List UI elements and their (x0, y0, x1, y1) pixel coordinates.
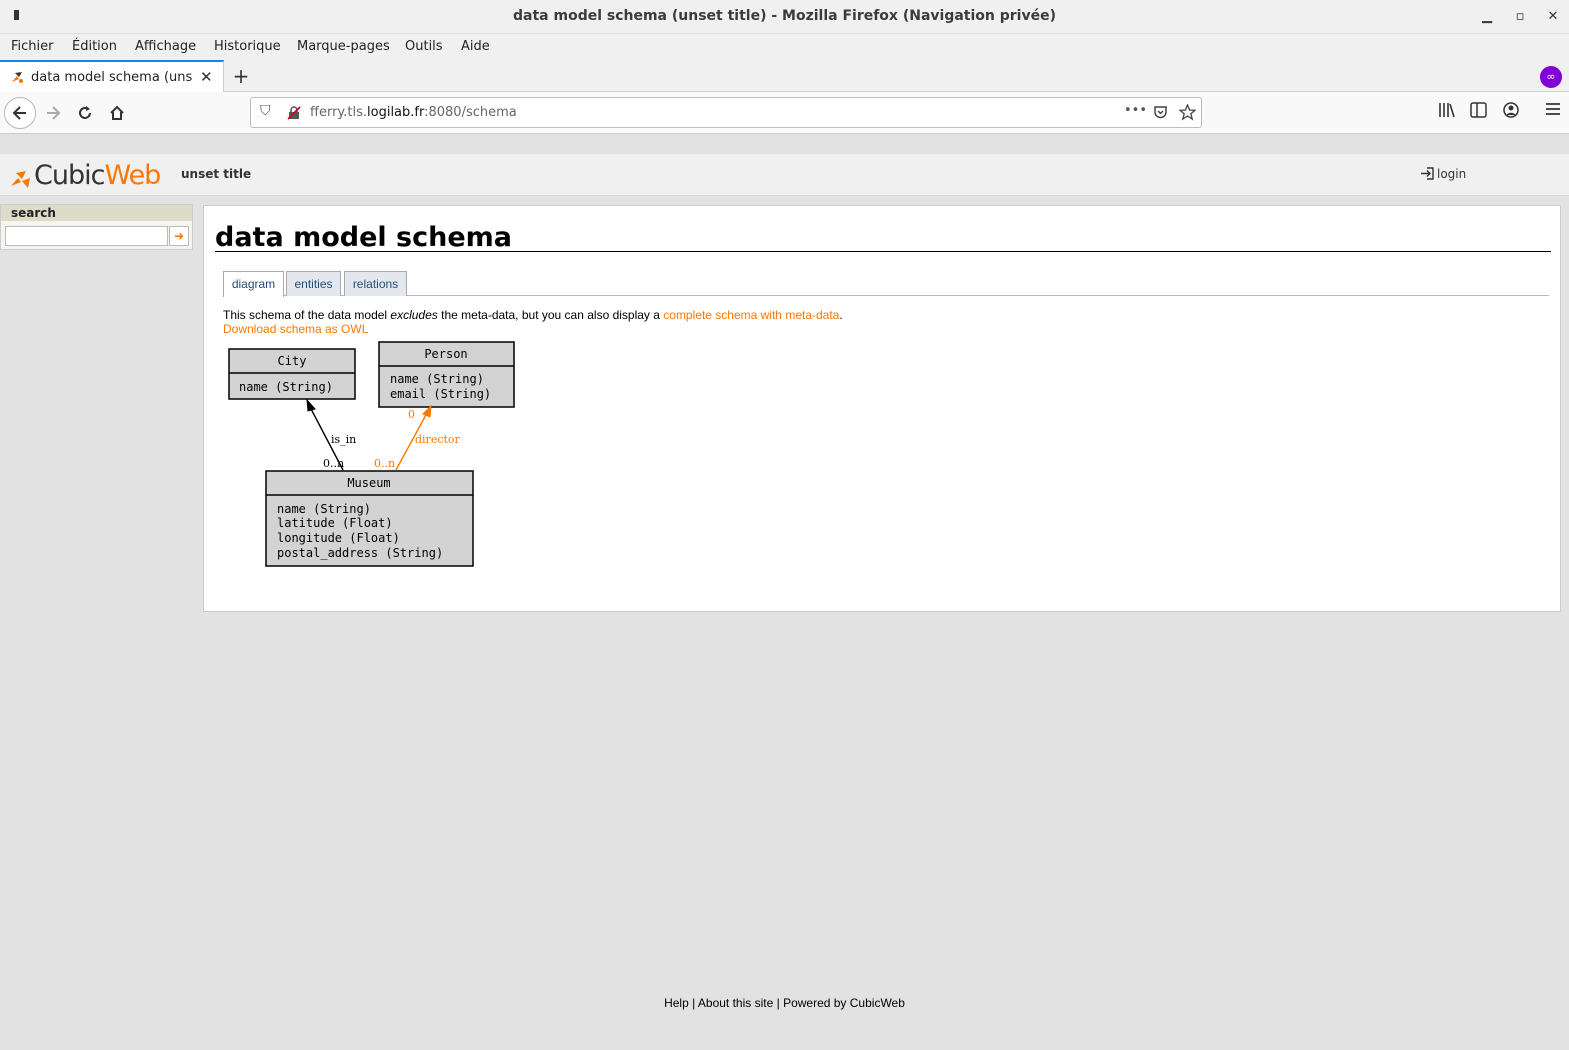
new-tab-button[interactable]: + (231, 64, 251, 88)
home-button[interactable] (102, 98, 132, 128)
footer-separator: | (773, 996, 784, 1010)
back-arrow-icon (12, 106, 26, 120)
close-tab-icon[interactable]: ✕ (200, 68, 213, 86)
entity-attribute: longitude (Float) (277, 531, 400, 545)
tab-strip: data model schema (unset title) ✕ + (0, 60, 1569, 92)
arrowhead-icon (306, 398, 316, 412)
cardinality-label: 0..n (323, 457, 344, 470)
site-title[interactable]: unset title (181, 167, 251, 181)
menu-marque-pages[interactable]: Marque-pages (297, 39, 390, 54)
cubicweb-favicon-icon (12, 72, 23, 83)
hamburger-menu-icon[interactable] (1545, 102, 1561, 116)
title-divider (215, 251, 1551, 252)
url-bar[interactable]: ⛉ fferry.tls.logilab.fr:8080/schema ••• (250, 97, 1202, 128)
entity-attribute: latitude (Float) (277, 516, 393, 530)
logo-text: CubicWeb (34, 160, 161, 191)
relation-director[interactable]: director 0..n 0 (374, 404, 461, 471)
footer-separator: | (688, 996, 698, 1010)
tab-diagram[interactable]: diagram (223, 271, 284, 297)
tab-entities[interactable]: entities (286, 271, 341, 296)
relation-label: director (415, 433, 461, 446)
entity-attribute: name (String) (390, 372, 484, 386)
search-box: search ➜ (0, 204, 193, 250)
entity-attribute: postal_address (String) (277, 546, 443, 560)
page-title: data model schema (215, 222, 513, 253)
entity-attribute: email (String) (390, 387, 491, 401)
url-text: fferry.tls.logilab.fr:8080/schema (310, 105, 517, 120)
schema-tabs: diagram entities relations (223, 271, 1549, 297)
menu-edition[interactable]: Édition (72, 39, 117, 54)
menu-outils[interactable]: Outils (405, 39, 443, 54)
window-titlebar: data model schema (unset title) - Mozill… (0, 0, 1569, 34)
entity-attribute: name (String) (239, 380, 333, 394)
navigation-bar: ⛉ fferry.tls.logilab.fr:8080/schema ••• (0, 92, 1569, 134)
about-link[interactable]: About this site (698, 996, 773, 1010)
cardinality-label: 0 (408, 408, 415, 421)
back-button[interactable] (4, 97, 36, 129)
login-icon (1421, 167, 1434, 180)
relation-is-in[interactable]: is_in 0..n (306, 398, 356, 471)
entity-person[interactable]: Person name (String) email (String) (378, 341, 515, 408)
schema-diagram: City name (String) Person name (String) … (228, 341, 515, 567)
login-link[interactable]: login (1420, 166, 1466, 181)
menu-historique[interactable]: Historique (214, 39, 281, 54)
entity-name: Person (424, 347, 467, 361)
browser-tab[interactable]: data model schema (unset title) ✕ (0, 60, 224, 92)
cubicweb-logo[interactable]: CubicWeb (10, 160, 162, 192)
cubicweb-mark-icon (11, 171, 30, 188)
intro-end: . (839, 308, 843, 322)
close-window-button[interactable]: ✕ (1541, 6, 1565, 28)
menu-aide[interactable]: Aide (461, 39, 490, 54)
intro-text-2: the meta-data, but you can also display … (437, 308, 664, 322)
minimize-button[interactable]: ▁ (1475, 6, 1499, 28)
entity-name: City (278, 354, 307, 368)
search-title: search (1, 205, 192, 221)
site-header: CubicWeb unset title login (0, 154, 1569, 196)
entity-city[interactable]: City name (String) (228, 348, 356, 400)
reload-icon (79, 106, 91, 119)
window-title: data model schema (unset title) - Mozill… (513, 8, 1056, 24)
download-owl-link[interactable]: Download schema as OWL (223, 322, 368, 336)
relation-label: is_in (331, 433, 356, 446)
tab-relations[interactable]: relations (344, 271, 407, 296)
bookmark-star-icon[interactable] (1179, 104, 1196, 121)
cardinality-label: 0..n (374, 457, 395, 470)
forward-arrow-icon (47, 106, 61, 120)
search-input[interactable] (5, 226, 168, 246)
sidebar-icon[interactable] (1470, 102, 1487, 118)
menu-fichier[interactable]: Fichier (11, 39, 54, 54)
powered-by-link[interactable]: Powered by CubicWeb (783, 996, 905, 1010)
intro-text: This schema of the data model (223, 308, 391, 322)
library-icon[interactable] (1438, 102, 1456, 118)
shield-icon[interactable]: ⛉ (260, 103, 271, 119)
forward-button[interactable] (38, 98, 68, 128)
menu-affichage[interactable]: Affichage (135, 39, 196, 54)
intro-emphasis: excludes (390, 308, 438, 322)
schema-intro: This schema of the data model excludes t… (223, 308, 843, 322)
insecure-lock-icon[interactable] (287, 106, 301, 120)
main-content: data model schema diagram entities relat… (203, 205, 1561, 612)
help-link[interactable]: Help (664, 996, 689, 1010)
menu-bar: Fichier Édition Affichage Historique Mar… (0, 34, 1569, 60)
search-go-icon[interactable]: ➜ (169, 226, 189, 246)
private-browsing-icon: ∞ (1540, 66, 1562, 88)
reload-button[interactable] (70, 98, 100, 128)
page-actions-icon[interactable]: ••• (1124, 103, 1147, 118)
pocket-icon[interactable] (1153, 105, 1168, 120)
page-footer: Help | About this site | Powered by Cubi… (0, 996, 1569, 1010)
entity-name: Museum (347, 476, 390, 490)
entity-museum[interactable]: Museum name (String) latitude (Float) lo… (265, 470, 474, 567)
maximize-button[interactable]: ▫ (1508, 6, 1532, 28)
account-icon[interactable] (1503, 102, 1519, 118)
entity-attribute: name (String) (277, 502, 371, 516)
complete-schema-link[interactable]: complete schema with meta-data (663, 308, 839, 322)
tab-label: data model schema (unset title) (31, 70, 193, 85)
login-label: login (1437, 167, 1467, 181)
home-icon (110, 105, 124, 120)
